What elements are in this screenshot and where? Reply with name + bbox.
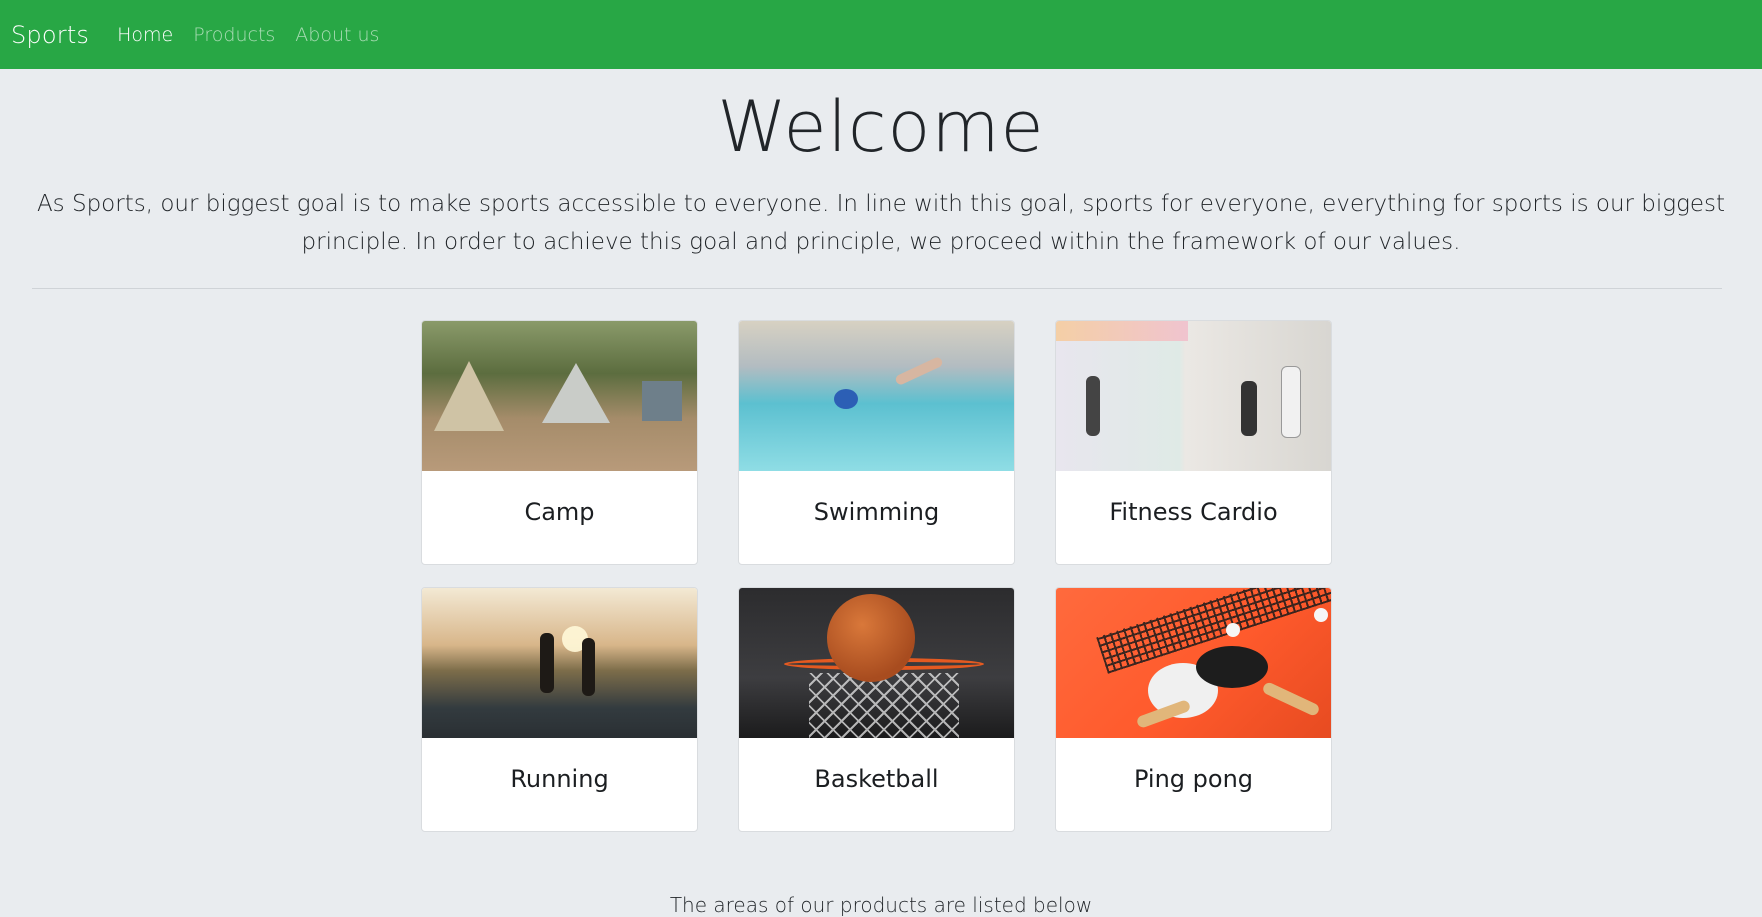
category-card-camp[interactable]: Camp [421, 320, 698, 565]
card-title: Camp [524, 498, 595, 526]
nav-link-home[interactable]: Home [117, 24, 173, 46]
card-title: Fitness Cardio [1109, 498, 1278, 526]
card-title: Running [510, 765, 609, 793]
card-title: Basketball [814, 765, 939, 793]
nav-link-products[interactable]: Products [193, 24, 275, 46]
swimming-image [739, 321, 1014, 471]
section-divider [32, 288, 1722, 289]
category-grid: Camp Swimming Fitness Cardio Running Bas… [421, 320, 1333, 832]
fitness-image [1056, 321, 1331, 471]
category-card-fitness-cardio[interactable]: Fitness Cardio [1055, 320, 1332, 565]
camping-image [422, 321, 697, 471]
category-card-running[interactable]: Running [421, 587, 698, 832]
category-card-ping-pong[interactable]: Ping pong [1055, 587, 1332, 832]
category-card-swimming[interactable]: Swimming [738, 320, 1015, 565]
hero-lead-text: As Sports, our biggest goal is to make s… [36, 191, 1726, 255]
nav-link-about-us[interactable]: About us [295, 24, 379, 46]
products-intro-text: The areas of our products are listed bel… [669, 893, 1093, 917]
running-image [422, 588, 697, 738]
basketball-image [739, 588, 1014, 738]
page-title: Welcome [717, 86, 1045, 168]
navbar: Sports Home Products About us [0, 0, 1762, 69]
navbar-brand[interactable]: Sports [11, 21, 89, 49]
ping-pong-image [1056, 588, 1331, 738]
category-card-basketball[interactable]: Basketball [738, 587, 1015, 832]
hero-section: Welcome As Sports, our biggest goal is t… [0, 69, 1762, 261]
card-title: Swimming [813, 498, 940, 526]
card-title: Ping pong [1133, 765, 1254, 793]
